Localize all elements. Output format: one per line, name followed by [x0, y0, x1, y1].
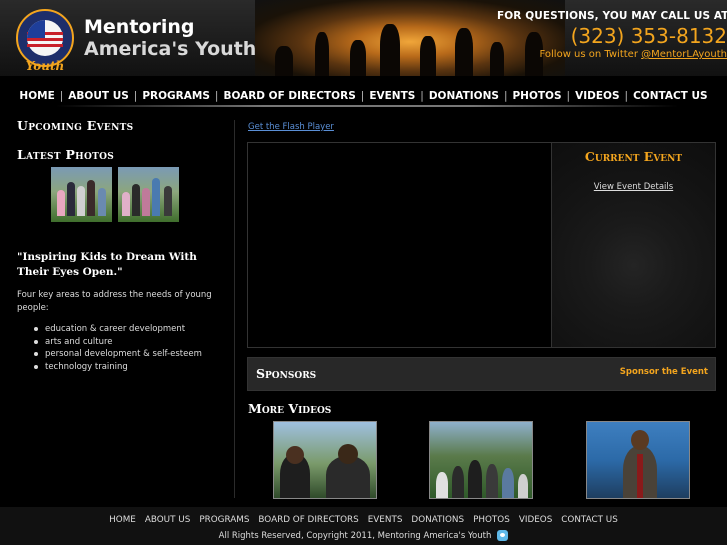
video-thumbnail[interactable] [586, 421, 690, 499]
nav-board-of-directors[interactable]: BOARD OF DIRECTORS [218, 90, 360, 102]
key-area-item: technology training [34, 361, 222, 374]
twitter-prefix: Follow us on Twitter [539, 49, 642, 60]
brand-line-1: Mentoring [84, 16, 195, 38]
copyright-text: All Rights Reserved, Copyright 2011, Men… [218, 530, 492, 541]
key-areas-list: education & career development arts and … [34, 323, 222, 374]
phone-number: (323) 353-8132 [570, 24, 727, 48]
latest-photo-thumbnail[interactable] [118, 167, 179, 222]
nav-home[interactable]: HOME [14, 90, 59, 102]
nav-photos[interactable]: PHOTOS [507, 90, 566, 102]
site-brand[interactable]: Mentoring America's Youth [84, 16, 256, 60]
latest-photo-thumbnail[interactable] [51, 167, 112, 222]
latest-photos-heading: Latest Photos [17, 147, 115, 162]
video-player[interactable] [247, 142, 552, 348]
latest-photos-gallery [51, 167, 222, 222]
nav-programs[interactable]: PROGRAMS [137, 90, 215, 102]
key-area-item: education & career development [34, 323, 222, 336]
current-event-panel: Current Event View Event Details [552, 142, 716, 348]
nav-videos[interactable]: VIDEOS [570, 90, 624, 102]
more-videos-heading: More Videos [248, 401, 332, 416]
video-thumbnail[interactable] [429, 421, 533, 499]
footer-contact-us[interactable]: CONTACT US [561, 515, 618, 525]
get-flash-player-link[interactable]: Get the Flash Player [248, 122, 334, 132]
footer-programs[interactable]: PROGRAMS [199, 515, 249, 525]
svg-text:Youth: Youth [26, 59, 65, 73]
video-thumbnail[interactable] [273, 421, 377, 499]
contact-block: FOR QUESTIONS, YOU MAY CALL US AT (323) … [497, 10, 727, 60]
footer-photos[interactable]: PHOTOS [473, 515, 510, 525]
nav-contact-us[interactable]: CONTACT US [628, 90, 713, 102]
key-area-item: arts and culture [34, 336, 222, 349]
upcoming-events-heading: Upcoming Events [17, 118, 134, 133]
footer-about-us[interactable]: ABOUT US [145, 515, 190, 525]
nav-divider [56, 105, 678, 107]
twitter-handle-link[interactable]: @MentorLAyouth [641, 49, 727, 60]
twitter-follow: Follow us on Twitter @MentorLAyouth [497, 49, 727, 60]
sponsors-bar: Sponsors Sponsor the Event [247, 357, 716, 391]
copyright-line: All Rights Reserved, Copyright 2011, Men… [0, 530, 727, 541]
sponsors-heading: Sponsors [256, 366, 317, 381]
footer-nav: HOME ABOUT US PROGRAMS BOARD OF DIRECTOR… [109, 515, 618, 525]
site-footer: HOME ABOUT US PROGRAMS BOARD OF DIRECTOR… [0, 507, 727, 545]
sponsor-the-event-link[interactable]: Sponsor the Event [620, 367, 708, 377]
footer-home[interactable]: HOME [109, 515, 136, 525]
contact-question: FOR QUESTIONS, YOU MAY CALL US AT [497, 10, 727, 22]
mission-description: Four key areas to address the needs of y… [17, 290, 212, 313]
nav-donations[interactable]: DONATIONS [424, 90, 504, 102]
site-header: Youth Mentoring America's Youth FOR QUES… [0, 0, 727, 76]
twitter-icon[interactable] [497, 530, 509, 541]
main-nav: HOME | ABOUT US | PROGRAMS | BOARD OF DI… [0, 76, 727, 108]
site-logo-icon[interactable]: Youth [10, 6, 80, 74]
footer-videos[interactable]: VIDEOS [519, 515, 552, 525]
nav-events[interactable]: EVENTS [364, 90, 420, 102]
footer-donations[interactable]: DONATIONS [411, 515, 464, 525]
footer-board-of-directors[interactable]: BOARD OF DIRECTORS [258, 515, 358, 525]
left-sidebar: Upcoming Events Latest Photos "Inspiring… [17, 118, 222, 373]
mission-quote: "Inspiring Kids to Dream With Their Eyes… [17, 251, 197, 278]
key-area-item: personal development & self-esteem [34, 348, 222, 361]
current-event-heading: Current Event [584, 149, 683, 164]
column-divider [234, 120, 235, 498]
brand-line-2: America's Youth [84, 38, 257, 60]
nav-about-us[interactable]: ABOUT US [63, 90, 134, 102]
footer-events[interactable]: EVENTS [368, 515, 403, 525]
view-event-details-link[interactable]: View Event Details [594, 182, 673, 192]
